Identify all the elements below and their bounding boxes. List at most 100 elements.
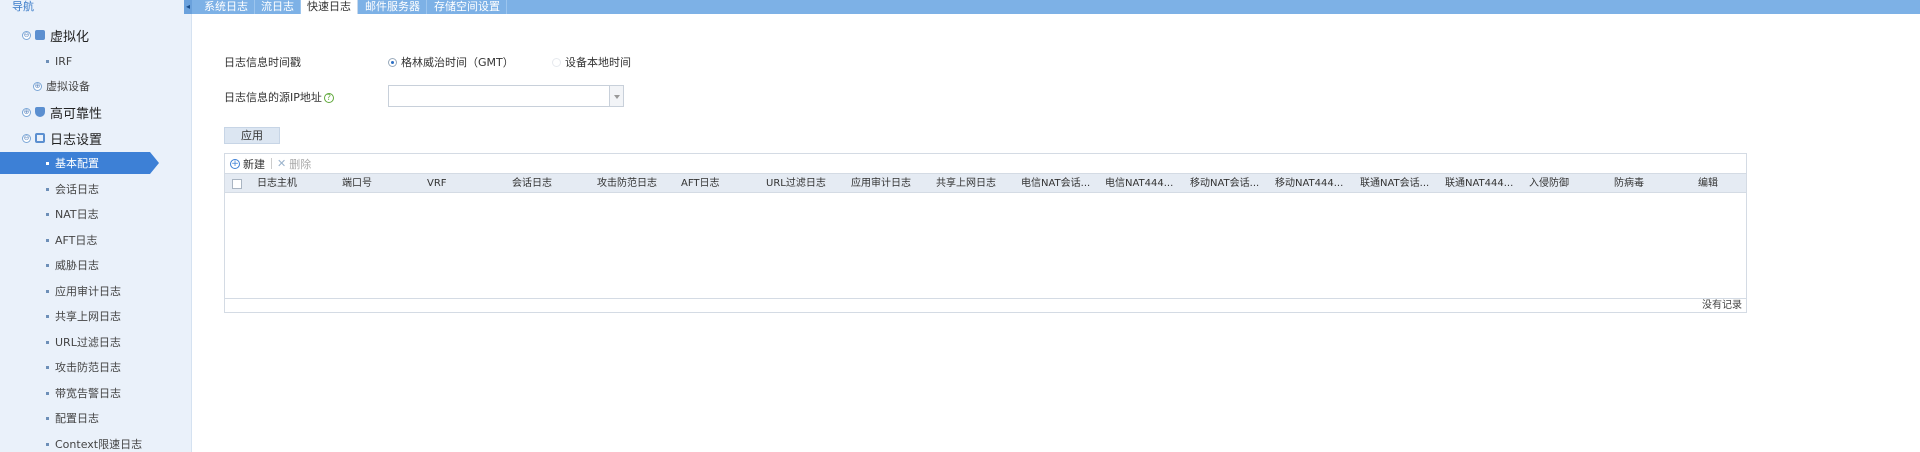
sidebar-item-basic-config[interactable]: 基本配置 <box>0 150 191 176</box>
column-header-aft-log[interactable]: AFT日志 <box>681 174 761 194</box>
column-header-vrf[interactable]: VRF <box>427 174 507 194</box>
toolbar-divider <box>271 158 272 169</box>
sidebar-item-label: 配置日志 <box>55 412 99 425</box>
bullet-icon <box>46 59 49 63</box>
column-header-edit[interactable]: 编辑 <box>1698 174 1743 194</box>
bullet-icon <box>46 314 49 318</box>
column-header-mobile-nat-session[interactable]: 移动NAT会话... <box>1190 174 1270 194</box>
sidebar-item-label: 日志设置 <box>50 132 103 148</box>
close-icon: ✕ <box>277 157 287 170</box>
sidebar-item-label: Context限速日志 <box>55 438 143 451</box>
navigation-sidebar: 导航 ⊖ 虚拟化 IRF ⊕ 虚拟设备 ⊕ 高可靠性 ⊖ 日志设置 基本配置 会 <box>0 0 192 452</box>
column-header-shared-access-log[interactable]: 共享上网日志 <box>936 174 1016 194</box>
table-header: 日志主机 端口号 VRF 会话日志 攻击防范日志 AFT日志 URL过滤日志 应… <box>225 173 1746 193</box>
tab-fast-log[interactable]: 快速日志 <box>301 0 358 14</box>
column-header-antivirus[interactable]: 防病毒 <box>1614 174 1694 194</box>
column-header-ips[interactable]: 入侵防御 <box>1529 174 1609 194</box>
tab-flow-log[interactable]: 流日志 <box>255 0 301 14</box>
nav-title: 导航 <box>12 0 34 13</box>
bullet-icon <box>46 365 49 369</box>
sidebar-item-label: 虚拟化 <box>50 29 90 45</box>
collapse-toggle-icon[interactable]: ⊖ <box>22 133 31 143</box>
help-icon[interactable]: ? <box>323 93 334 103</box>
no-records-text: 没有记录 <box>1702 300 1742 311</box>
sidebar-item-shared-access-log[interactable]: 共享上网日志 <box>0 303 191 329</box>
sidebar-item-attack-defense-log[interactable]: 攻击防范日志 <box>0 354 191 380</box>
radio-unchecked-icon[interactable] <box>552 57 561 67</box>
column-header-session-log[interactable]: 会话日志 <box>512 174 592 194</box>
sidebar-item-config-log[interactable]: 配置日志 <box>0 405 191 431</box>
source-ip-label: 日志信息的源IP地址? <box>224 89 334 105</box>
sidebar-item-irf[interactable]: IRF <box>0 48 191 74</box>
column-header-app-audit-log[interactable]: 应用审计日志 <box>851 174 931 194</box>
sidebar-item-label: IRF <box>55 54 73 68</box>
sidebar-item-label: 虚拟设备 <box>46 80 90 93</box>
sidebar-item-session-log[interactable]: 会话日志 <box>0 176 191 202</box>
sidebar-item-virtual-device[interactable]: ⊕ 虚拟设备 <box>0 73 191 99</box>
apply-button[interactable]: 应用 <box>224 127 280 144</box>
collapse-sidebar-icon[interactable]: ◂ <box>184 0 192 14</box>
delete-label: 删除 <box>289 157 312 171</box>
add-label: 新建 <box>243 157 265 171</box>
tab-storage-settings[interactable]: 存储空间设置 <box>428 0 507 14</box>
bullet-icon <box>46 187 49 191</box>
sidebar-item-aft-log[interactable]: AFT日志 <box>0 227 191 253</box>
sidebar-item-label: URL过滤日志 <box>55 336 121 349</box>
sidebar-item-url-filter-log[interactable]: URL过滤日志 <box>0 329 191 355</box>
table-footer: 没有记录 <box>225 298 1746 312</box>
table-toolbar: + 新建 ✕ 删除 <box>225 154 1746 173</box>
column-header-telecom-nat-session[interactable]: 电信NAT会话... <box>1021 174 1101 194</box>
sidebar-item-log-settings[interactable]: ⊖ 日志设置 <box>0 125 191 151</box>
radio-local-label: 设备本地时间 <box>565 56 631 69</box>
sidebar-item-bandwidth-alarm-log[interactable]: 带宽告警日志 <box>0 380 191 406</box>
sidebar-item-app-audit-log[interactable]: 应用审计日志 <box>0 278 191 304</box>
sidebar-item-label: 带宽告警日志 <box>55 387 121 400</box>
column-header-attack-defense-log[interactable]: 攻击防范日志 <box>597 174 677 194</box>
column-header-log-host[interactable]: 日志主机 <box>257 174 337 194</box>
delete-button[interactable]: ✕ 删除 <box>277 156 311 172</box>
collapse-toggle-icon[interactable]: ⊖ <box>22 30 31 40</box>
sidebar-item-context-rate-log[interactable]: Context限速日志 <box>0 431 191 452</box>
tab-bar: ◂ 系统日志 流日志 快速日志 邮件服务器 存储空间设置 <box>184 0 1920 14</box>
bullet-icon <box>46 161 49 165</box>
bullet-icon <box>46 212 49 216</box>
sidebar-item-high-availability[interactable]: ⊕ 高可靠性 <box>0 99 191 125</box>
sidebar-item-label: AFT日志 <box>55 234 98 247</box>
bullet-icon <box>46 289 49 293</box>
expand-toggle-icon[interactable]: ⊕ <box>33 81 42 91</box>
sidebar-item-virtualization[interactable]: ⊖ 虚拟化 <box>0 22 191 48</box>
expand-toggle-icon[interactable]: ⊕ <box>22 107 31 117</box>
radio-local-time[interactable]: 设备本地时间 <box>552 54 631 70</box>
column-header-telecom-nat444[interactable]: 电信NAT444... <box>1105 174 1185 194</box>
radio-gmt[interactable]: 格林威治时间（GMT） <box>388 54 514 70</box>
bullet-icon <box>46 238 49 242</box>
select-all-checkbox[interactable] <box>232 179 242 189</box>
bullet-icon <box>46 442 49 446</box>
tab-syslog[interactable]: 系统日志 <box>198 0 255 14</box>
tab-mail-server[interactable]: 邮件服务器 <box>359 0 427 14</box>
sidebar-item-nat-log[interactable]: NAT日志 <box>0 201 191 227</box>
timestamp-label: 日志信息时间戳 <box>224 56 301 69</box>
source-ip-label-text: 日志信息的源IP地址 <box>224 91 322 104</box>
radio-gmt-label: 格林威治时间（GMT） <box>401 56 514 69</box>
bullet-icon <box>46 391 49 395</box>
column-header-url-filter-log[interactable]: URL过滤日志 <box>766 174 846 194</box>
sidebar-item-label: 攻击防范日志 <box>55 361 121 374</box>
column-header-unicom-nat-session[interactable]: 联通NAT会话... <box>1360 174 1440 194</box>
source-ip-select[interactable] <box>388 85 624 107</box>
add-icon: + <box>230 158 240 169</box>
column-header-mobile-nat444[interactable]: 移动NAT444... <box>1275 174 1355 194</box>
sidebar-item-threat-log[interactable]: 威胁日志 <box>0 252 191 278</box>
chevron-down-icon[interactable] <box>609 86 623 106</box>
bullet-icon <box>46 340 49 344</box>
column-header-port[interactable]: 端口号 <box>342 174 422 194</box>
bullet-icon <box>46 416 49 420</box>
sidebar-item-label: 应用审计日志 <box>55 285 121 298</box>
folder-icon <box>35 30 45 40</box>
add-button[interactable]: + 新建 <box>230 156 265 172</box>
column-header-unicom-nat444[interactable]: 联通NAT444... <box>1445 174 1525 194</box>
sidebar-item-label: 威胁日志 <box>55 259 99 272</box>
log-host-table-panel: + 新建 ✕ 删除 日志主机 端口号 VRF 会话日志 攻击防范日志 AFT日志… <box>224 153 1747 313</box>
sidebar-item-label: NAT日志 <box>55 208 99 221</box>
radio-checked-icon[interactable] <box>388 57 397 67</box>
